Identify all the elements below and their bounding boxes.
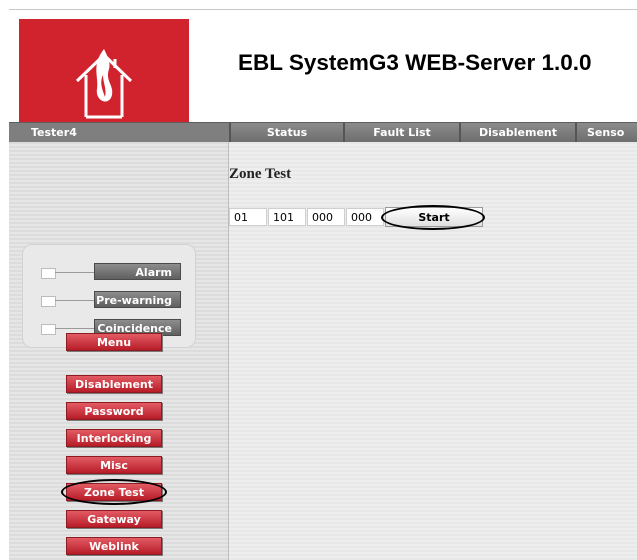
- coincidence-connector: [55, 328, 95, 329]
- pre-warning-indicator: Pre-warning: [94, 291, 181, 308]
- nav-bar: Tester4 Status Fault List Disablement Se…: [9, 122, 637, 143]
- tab-sensor[interactable]: Senso: [575, 123, 637, 142]
- zone-field-3[interactable]: 000: [307, 208, 345, 226]
- menu-item-password[interactable]: Password: [66, 402, 162, 420]
- zone-field-2[interactable]: 101: [268, 208, 306, 226]
- header: EBL SystemG3 WEB-Server 1.0.0: [9, 10, 637, 129]
- alarm-led: [41, 268, 56, 279]
- menu-item-disablement[interactable]: Disablement: [66, 375, 162, 393]
- app-title: EBL SystemG3 WEB-Server 1.0.0: [238, 50, 592, 75]
- menu-item-misc[interactable]: Misc: [66, 456, 162, 474]
- left-panel: Alarm Pre-warning Coincidence Menu Disab…: [9, 142, 229, 560]
- start-button-highlight: [381, 205, 485, 230]
- tab-status[interactable]: Status: [229, 123, 343, 142]
- frame-top: [0, 0, 637, 9]
- nav-user: Tester4: [31, 126, 77, 139]
- tab-fault-list[interactable]: Fault List: [343, 123, 459, 142]
- menu-header-button[interactable]: Menu: [66, 333, 162, 351]
- zone-field-1[interactable]: 01: [229, 208, 267, 226]
- alarm-connector: [55, 272, 95, 273]
- menu-item-weblink[interactable]: Weblink: [66, 537, 162, 555]
- pre-warning-led: [41, 296, 56, 307]
- menu-item-gateway[interactable]: Gateway: [66, 510, 162, 528]
- zone-test-highlight: [61, 479, 167, 505]
- tab-disablement[interactable]: Disablement: [459, 123, 575, 142]
- zone-field-4[interactable]: 000: [346, 208, 384, 226]
- coincidence-led: [41, 324, 56, 335]
- house-flame-icon: [75, 49, 133, 119]
- alarm-indicator: Alarm: [94, 263, 181, 280]
- main-content: Zone Test 01 101 000 000 Start: [229, 142, 637, 560]
- frame-left: [0, 9, 9, 560]
- pre-warning-connector: [55, 300, 95, 301]
- logo: [19, 19, 189, 129]
- menu-item-interlocking[interactable]: Interlocking: [66, 429, 162, 447]
- page-title: Zone Test: [229, 166, 292, 182]
